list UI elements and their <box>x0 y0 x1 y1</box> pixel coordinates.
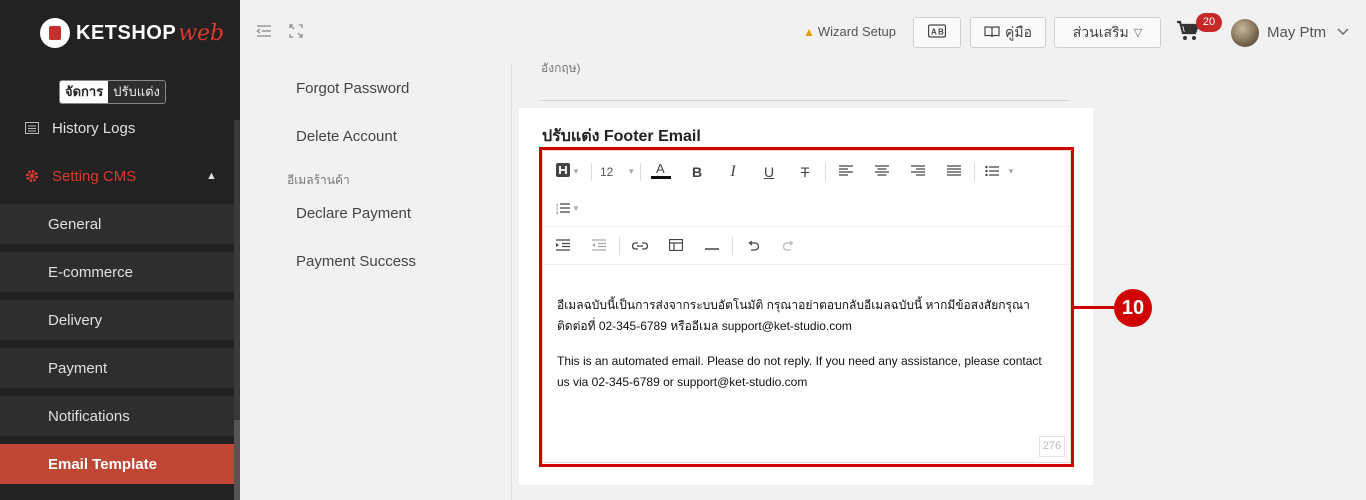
sidebar-subitem-notifications[interactable]: Notifications <box>0 396 235 436</box>
sidebar-subitem-email-template[interactable]: Email Template <box>0 444 235 484</box>
brand-name: KETSHOP <box>76 21 177 44</box>
sidebar-subitem-ecommerce[interactable]: E-commerce <box>0 252 235 292</box>
menu-link-delete-account[interactable]: Delete Account <box>296 128 397 145</box>
book-icon <box>984 25 1000 41</box>
sidebar-item-label: Setting CMS <box>52 167 137 185</box>
callout-number-badge: 10 <box>1114 289 1152 327</box>
menu-link-forgot-password[interactable]: Forgot Password <box>296 80 409 97</box>
translate-icon: AB <box>927 24 947 41</box>
sidebar-subitem-general[interactable]: General <box>0 204 235 244</box>
sidebar-scrollbar-thumb[interactable] <box>234 420 240 500</box>
callout-connector <box>1074 306 1114 309</box>
divider <box>511 64 512 500</box>
mode-customize-button[interactable]: ปรับแต่ง <box>108 81 165 103</box>
manual-button[interactable]: คู่มือ <box>970 17 1046 48</box>
mode-manage-button[interactable]: จัดการ <box>60 81 109 103</box>
addons-label: ส่วนเสริม <box>1072 23 1129 40</box>
fullscreen-icon[interactable] <box>288 24 304 40</box>
sidebar-item-setting-cms[interactable]: Setting CMS ▲ <box>0 156 235 196</box>
section-title: ปรับแต่ง Footer Email <box>542 128 701 145</box>
brand-logo[interactable]: KETSHOP web <box>40 16 224 50</box>
language-button[interactable]: AB <box>913 17 961 48</box>
highlight-box <box>539 147 1074 467</box>
menu-link-payment-success[interactable]: Payment Success <box>296 253 416 270</box>
svg-text:B: B <box>938 28 944 37</box>
sidebar-subitem-delivery[interactable]: Delivery <box>0 300 235 340</box>
previous-field-label: อังกฤษ) <box>541 61 581 75</box>
wizard-setup-link[interactable]: ▲ Wizard Setup <box>803 24 896 39</box>
chevron-down-icon: ▽ <box>1133 27 1143 39</box>
sidebar-subitem-payment[interactable]: Payment <box>0 348 235 388</box>
warning-icon: ▲ <box>803 24 815 39</box>
previous-field-underline <box>541 100 1069 101</box>
chevron-down-icon[interactable] <box>1337 24 1349 39</box>
gear-icon <box>24 169 40 183</box>
manual-label: คู่มือ <box>1004 23 1032 40</box>
wizard-setup-label: Wizard Setup <box>817 24 896 39</box>
user-name[interactable]: May Ptm <box>1267 24 1326 41</box>
menu-link-declare-payment[interactable]: Declare Payment <box>296 205 411 222</box>
logo-icon <box>40 18 70 48</box>
mode-toggle: จัดการ ปรับแต่ง <box>59 80 166 104</box>
chevron-up-icon: ▲ <box>206 170 217 182</box>
addons-dropdown[interactable]: ส่วนเสริม ▽ <box>1054 17 1161 48</box>
menu-heading-shop-email: อีเมลร้านค้า <box>287 173 350 187</box>
brand-suffix: web <box>178 20 225 46</box>
avatar[interactable] <box>1231 19 1259 47</box>
sidebar-item-label: History Logs <box>52 119 136 137</box>
collapse-menu-icon[interactable] <box>256 24 272 40</box>
sidebar-item-history-logs[interactable]: History Logs <box>0 108 235 148</box>
list-icon <box>24 121 40 135</box>
cart-count-badge: 20 <box>1196 13 1222 32</box>
svg-text:A: A <box>931 28 937 37</box>
